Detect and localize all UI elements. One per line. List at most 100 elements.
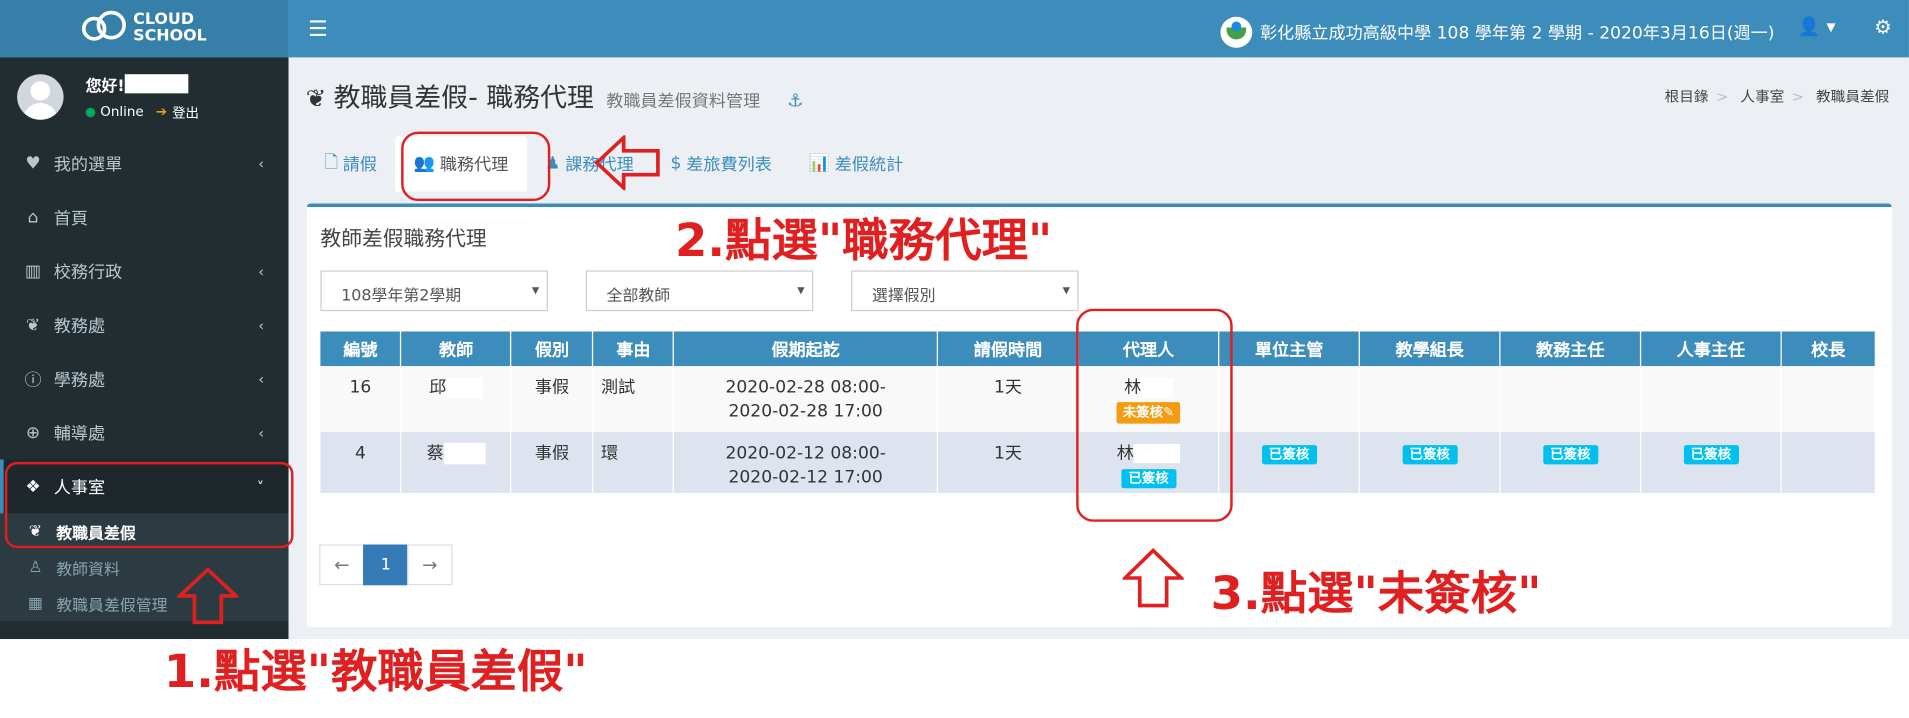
leaf-icon: ❦ [25, 315, 41, 335]
cell-period: 2020-02-12 08:00- 2020-02-12 17:00 [673, 432, 939, 494]
annotation-step3-label: 3.點選"未簽核" [1210, 567, 1542, 620]
sidebar-item-counseling[interactable]: ⊕ 輔導處 ‹ [0, 406, 289, 460]
column-header: 人事主任 [1640, 331, 1782, 367]
home-icon: ⌂ [27, 207, 39, 227]
page-header: ❦ 教職員差假- 職務代理 教職員差假資料管理 ⚓ [306, 77, 804, 115]
avatar [17, 74, 64, 120]
user-greeting: 您好! [85, 77, 125, 96]
cloud-school-logo[interactable]: CLOUD SCHOOL [0, 0, 289, 58]
annotation-step2-label: 2.點選"職務代理" [675, 214, 1053, 267]
signed-badge: 已簽核 [1261, 445, 1317, 465]
chevron-left-icon: ‹ [258, 370, 265, 388]
breadcrumb: 根目錄 > 人事室 > 教職員差假 [1664, 88, 1890, 106]
chevron-left-icon: ‹ [258, 424, 265, 441]
column-header: 假別 [511, 331, 594, 367]
info-icon: ⓘ [24, 370, 42, 390]
user-menu-icon[interactable]: 👤 ▾ [1798, 16, 1836, 38]
logout-icon: ➔ [155, 104, 168, 120]
annotation-box-step3 [1076, 308, 1233, 522]
tab-label: 請假 [342, 155, 377, 175]
sidebar-item-academic[interactable]: ❦ 教務處 ‹ [0, 298, 289, 352]
anchor-icon[interactable]: ⚓ [787, 90, 803, 112]
online-status-icon [85, 107, 96, 117]
annotation-box-step1 [4, 461, 294, 549]
cell-approval: 已簽核 [1499, 432, 1642, 494]
tab-label: 差旅費列表 [686, 155, 772, 175]
tab-travel-expenses[interactable]: $ 差旅費列表 [652, 136, 790, 191]
dollar-icon: $ [670, 154, 682, 174]
sidebar-subitem-teacher-data[interactable]: ♙ 教師資料 [0, 549, 289, 585]
gear-icon[interactable]: ⚙ [1874, 16, 1892, 39]
leaf-icon: ❦ [305, 83, 327, 113]
cell-approval: 已簽核 [1640, 432, 1782, 494]
tab-leave[interactable]: 🗋 請假 [306, 136, 396, 191]
cell-reason: 測試 [592, 366, 675, 433]
cell-approval [1499, 366, 1642, 433]
file-icon: 🗋 [324, 153, 338, 173]
column-header: 校長 [1781, 331, 1876, 367]
signed-badge: 已簽核 [1542, 445, 1598, 465]
sidebar-subitem-label: 教職員差假管理 [56, 596, 168, 615]
period-end: 2020-02-12 17:00 [728, 467, 883, 488]
breadcrumb-item[interactable]: 根目錄 [1665, 89, 1709, 106]
sidebar-item-label: 首頁 [53, 208, 89, 228]
sidebar-item-label: 學務處 [53, 370, 106, 390]
cell-teacher: 蔡 [401, 432, 512, 494]
sidebar-subitem-leave-management[interactable]: ▦ 教職員差假管理 [0, 585, 289, 621]
lifebuoy-icon: ⊕ [25, 423, 41, 443]
sidebar-item-student-affairs[interactable]: ⓘ 學務處 ‹ [0, 352, 289, 406]
cell-teacher: 邱 [401, 366, 512, 433]
tab-leave-statistics[interactable]: 📊 差假統計 [790, 136, 921, 191]
sidebar-item-label: 教務處 [53, 316, 106, 336]
page-1-button[interactable]: 1 [363, 544, 409, 586]
page-title: 教職員差假- 職務代理 [333, 83, 594, 114]
arrow-up-icon [177, 567, 239, 625]
logout-link[interactable]: 登出 [172, 102, 199, 121]
online-status: Online [100, 104, 144, 120]
user-panel: 您好! Online ➔ 登出 [0, 57, 289, 136]
column-header: 請假時間 [937, 331, 1079, 367]
heart-icon: ♥ [25, 153, 41, 173]
breadcrumb-item[interactable]: 人事室 [1740, 89, 1784, 106]
column-header: 教師 [401, 331, 512, 367]
cell-reason: 環 [592, 432, 675, 494]
leave-type-select[interactable]: 選擇假別 [851, 270, 1079, 312]
sidebar-item-admin[interactable]: ▥ 校務行政 ‹ [0, 244, 289, 298]
sidebar-item-home[interactable]: ⌂ 首頁 [0, 190, 289, 244]
cell-id: 16 [320, 366, 402, 433]
menu-toggle-icon[interactable]: ☰ [308, 17, 328, 42]
cell-type: 事假 [511, 432, 594, 494]
semester-select[interactable]: 108學年第2學期 [320, 270, 548, 312]
chevron-left-icon: ‹ [258, 154, 265, 172]
school-info: 彰化縣立成功高級中學 108 學年第 2 學期 - 2020年3月16日(週一) [1220, 16, 1774, 48]
grid-icon: ▦ [27, 594, 43, 613]
school-logo-icon [1220, 16, 1253, 48]
breadcrumb-item: 教職員差假 [1815, 88, 1890, 106]
signed-badge: 已簽核 [1683, 445, 1739, 465]
cell-approval: 已簽核 [1218, 432, 1361, 494]
bank-icon: ▥ [24, 261, 42, 281]
annotation-step1-label: 1.點選"教職員差假" [163, 645, 588, 698]
teacher-select[interactable]: 全部教師 [585, 270, 814, 312]
page-subtitle: 教職員差假資料管理 [606, 92, 761, 112]
cell-id: 4 [320, 432, 402, 494]
cell-type: 事假 [511, 366, 594, 433]
cell-approval [1640, 366, 1782, 433]
chart-icon: 📊 [808, 154, 830, 174]
redacted-name [443, 442, 486, 465]
teacher-name: 邱 [429, 378, 447, 398]
next-page-button[interactable]: → [407, 544, 453, 586]
panel-title: 教師差假職務代理 [320, 227, 487, 252]
signed-badge: 已簽核 [1402, 445, 1458, 465]
column-header: 假期起訖 [673, 331, 939, 367]
column-header: 事由 [592, 331, 675, 367]
prev-page-button[interactable]: ← [319, 544, 365, 586]
pagination: ← 1 → [319, 544, 453, 586]
cell-duration: 1天 [937, 432, 1079, 494]
chevron-left-icon: ‹ [258, 316, 265, 334]
sidebar-subitem-label: 教師資料 [56, 560, 120, 579]
sidebar-item-label: 我的選單 [53, 154, 123, 175]
sidebar-item-my-menu[interactable]: ♥ 我的選單 ‹ [0, 136, 289, 190]
column-header: 教務主任 [1499, 331, 1642, 367]
arrow-up-icon [1122, 548, 1184, 608]
